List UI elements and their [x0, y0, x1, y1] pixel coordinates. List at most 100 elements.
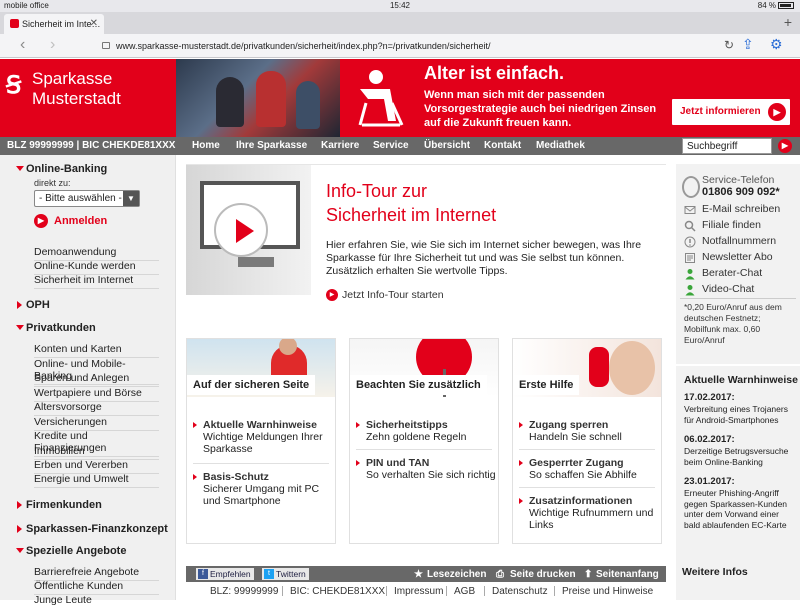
service-telefon-label: Service-Telefon — [702, 174, 775, 186]
envelope-icon — [684, 206, 696, 214]
play-button-icon[interactable] — [214, 203, 268, 257]
sidebar-privatkunden[interactable]: Privatkunden — [16, 322, 96, 334]
monitor-illustration — [186, 165, 311, 295]
jetzt-informieren-button[interactable]: Jetzt informieren ▶ — [672, 99, 790, 125]
twitter-share-button[interactable]: t Twittern — [262, 568, 309, 580]
footer-agb[interactable]: AGB — [454, 586, 475, 597]
share-icon[interactable]: ⇪ — [742, 36, 754, 53]
person-video-icon — [685, 285, 695, 296]
anmelden-button[interactable]: ▶ Anmelden — [34, 214, 107, 228]
sidebar-item-junge-leute[interactable]: Junge Leute — [34, 594, 159, 608]
quick-access-select[interactable]: - Bitte auswählen - ▼ — [34, 190, 140, 207]
ad-title: Alter ist einfach. — [424, 63, 565, 83]
nav-kontakt[interactable]: Kontakt — [484, 140, 521, 151]
arrow-right-icon — [519, 460, 523, 466]
service-email[interactable]: E-Mail schreiben — [702, 203, 780, 215]
settings-gear-icon[interactable]: ⚙ — [770, 36, 783, 53]
sidebar-spezielle-angebote[interactable]: Spezielle Angebote — [16, 545, 126, 557]
warn-link[interactable]: Verbreitung eines Trojaners für Android-… — [684, 404, 796, 425]
seite-drucken-link[interactable]: Seite drucken — [510, 569, 576, 580]
deckchair-icon — [358, 70, 404, 127]
sidebar-item-sparen[interactable]: Sparen und Anlegen — [34, 372, 159, 387]
divider — [484, 586, 485, 596]
search-submit-icon[interactable]: ▶ — [778, 139, 792, 153]
nav-service[interactable]: Service — [373, 140, 409, 151]
info-tour-start-link[interactable]: ▶ Jetzt Info-Tour starten — [326, 289, 444, 301]
close-tab-icon[interactable]: ✕ — [90, 18, 98, 29]
sidebar-item-sicherheit[interactable]: Sicherheit im Internet — [34, 274, 159, 289]
sidebar-item-online-kunde[interactable]: Online-Kunde werden — [34, 260, 159, 275]
service-filiale[interactable]: Filiale finden — [702, 219, 761, 231]
nav-ihre-sparkasse[interactable]: Ihre Sparkasse — [236, 140, 307, 151]
sidebar: Online-Banking direkt zu: - Bitte auswäh… — [0, 155, 176, 606]
sidebar-item-demoanwendung[interactable]: Demoanwendung — [34, 246, 159, 261]
collapsed-triangle-icon — [17, 525, 22, 533]
card-link-sub: Sicherer Umgang mit PC und Smartphone — [203, 483, 320, 507]
service-notfallnummern[interactable]: Notfallnummern — [702, 235, 776, 247]
main-navigation: BLZ 99999999 | BIC CHEKDE81XXX Home Ihre… — [0, 137, 800, 155]
card-link-head: Gesperrter Zugang — [529, 457, 624, 469]
service-video-chat[interactable]: Video-Chat — [702, 283, 754, 295]
divider — [356, 449, 492, 450]
footer-preise[interactable]: Preise und Hinweise — [562, 586, 653, 597]
hero-link-label: Jetzt Info-Tour starten — [342, 289, 444, 301]
browser-tab-bar: Sicherheit im Inte… ✕ + — [0, 12, 800, 34]
sidebar-heading-label: Sparkassen-Finanzkonzept — [26, 523, 168, 535]
person-silhouette — [216, 77, 244, 127]
warn-link[interactable]: Derzeitige Betrugsversuche beim Online-B… — [684, 446, 796, 467]
sidebar-finanzkonzept[interactable]: Sparkassen-Finanzkonzept — [17, 523, 168, 535]
card-link-warnhinweise[interactable]: Aktuelle Warnhinweise Wichtige Meldungen … — [187, 419, 335, 455]
back-icon[interactable]: ‹ — [20, 36, 25, 54]
sidebar-item-wertpapiere[interactable]: Wertpapiere und Börse — [34, 387, 159, 402]
ios-status-bar: mobile office 15:42 84 % — [0, 0, 800, 12]
nav-uebersicht[interactable]: Übersicht — [424, 140, 470, 151]
service-telefon-number[interactable]: 01806 909 092* — [702, 186, 780, 198]
sidebar-item-konten[interactable]: Konten und Karten — [34, 343, 159, 358]
address-bar[interactable]: www.sparkasse-musterstadt.de/privatkunde… — [100, 37, 740, 55]
sidebar-item-versicherungen[interactable]: Versicherungen — [34, 416, 159, 431]
card-link-head: Aktuelle Warnhinweise — [203, 419, 317, 431]
card-link-head: Zugang sperren — [529, 419, 609, 431]
expanded-triangle-icon — [16, 166, 24, 171]
bookmark-star-icon: ★ — [414, 569, 423, 580]
person-chat-icon — [685, 269, 695, 280]
card-link-gesperrter-zugang[interactable]: Gesperrter Zugang So schaffen Sie Abhilfe — [513, 457, 661, 481]
new-tab-icon[interactable]: + — [784, 14, 792, 30]
sidebar-online-banking[interactable]: Online-Banking — [16, 163, 107, 175]
card-link-basis-schutz[interactable]: Basis-Schutz Sicherer Umgang mit PC und S… — [187, 471, 335, 507]
lesezeichen-link[interactable]: Lesezeichen — [427, 569, 486, 580]
arrow-right-icon — [193, 422, 197, 428]
card-link-sub: Wichtige Meldungen Ihrer Sparkasse — [203, 431, 323, 455]
sidebar-firmenkunden[interactable]: Firmenkunden — [17, 499, 102, 511]
sidebar-item-energie[interactable]: Energie und Umwelt — [34, 473, 159, 488]
footer-datenschutz[interactable]: Datenschutz — [492, 586, 548, 597]
facebook-icon: f — [198, 569, 208, 579]
sidebar-item-immobilien[interactable]: Immobilien — [34, 445, 159, 460]
search-input[interactable]: Suchbegriff — [682, 138, 772, 154]
card-link-zugang-sperren[interactable]: Zugang sperren Handeln Sie schnell — [513, 419, 661, 443]
reload-icon[interactable]: ↻ — [724, 38, 734, 52]
sidebar-oph[interactable]: OPH — [17, 299, 50, 311]
card-link-zusatzinformationen[interactable]: Zusatzinformationen Wichtige Rufnummern u… — [513, 495, 661, 531]
sidebar-item-erben[interactable]: Erben und Vererben — [34, 459, 159, 474]
lock-icon — [102, 42, 110, 49]
nav-home[interactable]: Home — [192, 140, 220, 151]
sidebar-item-barrierefrei[interactable]: Barrierefreie Angebote — [34, 566, 159, 581]
card-link-sicherheitstipps[interactable]: Sicherheitstipps Zehn goldene Regeln — [350, 419, 498, 443]
nav-karriere[interactable]: Karriere — [321, 140, 359, 151]
facebook-share-button[interactable]: f Empfehlen — [196, 568, 254, 580]
browser-tab[interactable]: Sicherheit im Inte… ✕ — [4, 14, 104, 34]
service-berater-chat[interactable]: Berater-Chat — [702, 267, 762, 279]
sidebar-item-altersvorsorge[interactable]: Altersvorsorge — [34, 401, 159, 416]
seitenanfang-link[interactable]: Seitenanfang — [596, 569, 659, 580]
footer: BLZ: 99999999 BIC: CHEKDE81XXX Impressum… — [186, 584, 666, 600]
card-link-pin-tan[interactable]: PIN und TAN So verhalten Sie sich richtig — [350, 457, 498, 481]
nav-mediathek[interactable]: Mediathek — [536, 140, 585, 151]
warn-link[interactable]: Erneuter Phishing-Angriff gegen Sparkass… — [684, 488, 796, 530]
service-newsletter[interactable]: Newsletter Abo — [702, 251, 773, 263]
print-icon: ⎙ — [496, 569, 504, 580]
sidebar-item-oeffentliche[interactable]: Öffentliche Kunden — [34, 580, 159, 595]
forward-icon[interactable]: › — [50, 36, 55, 54]
url-text: www.sparkasse-musterstadt.de/privatkunde… — [116, 41, 491, 51]
footer-impressum[interactable]: Impressum — [394, 586, 443, 597]
